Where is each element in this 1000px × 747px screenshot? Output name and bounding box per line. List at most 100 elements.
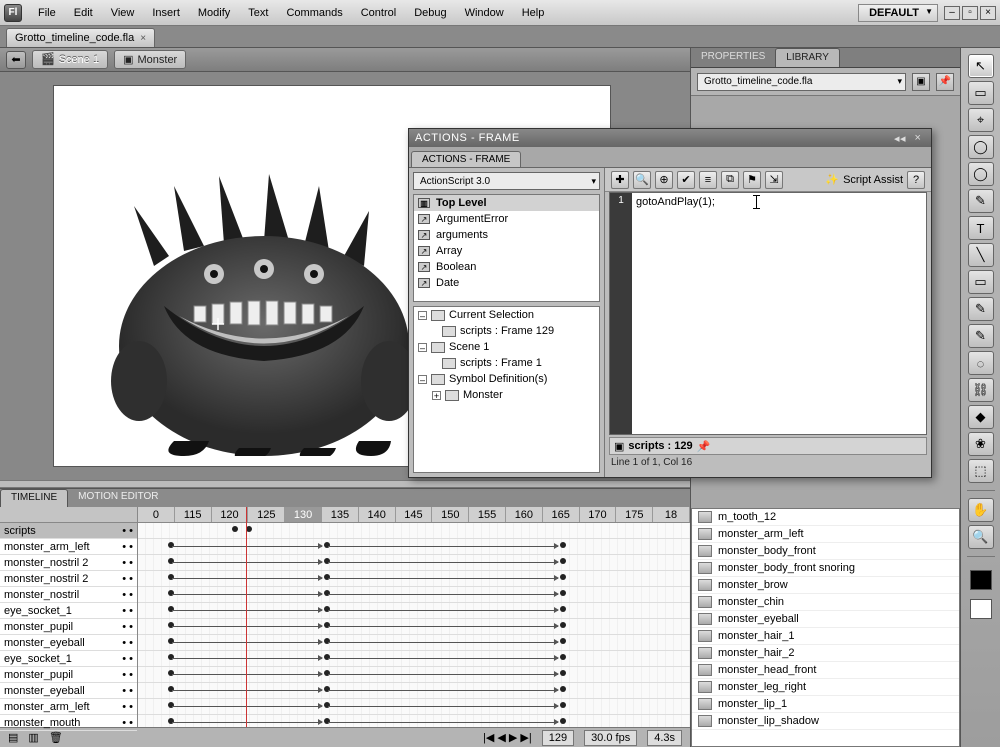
timeline-track[interactable]: [138, 619, 690, 635]
timeline-layer[interactable]: monster_mouth• •: [0, 715, 137, 731]
tab-library[interactable]: LIBRARY: [775, 48, 840, 67]
actions-class-list[interactable]: ▥Top Level ↗ArgumentError ↗arguments ↗Ar…: [413, 194, 600, 302]
tool-line[interactable]: ╲: [968, 243, 994, 267]
timeline-track[interactable]: [138, 651, 690, 667]
check-syntax-icon[interactable]: ✔: [677, 171, 695, 189]
ruler-tick[interactable]: 165: [543, 507, 580, 522]
menu-help[interactable]: Help: [514, 4, 553, 22]
library-item[interactable]: monster_chin: [692, 594, 959, 611]
timeline-track[interactable]: [138, 587, 690, 603]
tool-rectangle[interactable]: ▭: [968, 270, 994, 294]
window-restore-button[interactable]: ▫: [962, 6, 978, 20]
window-close-button[interactable]: ×: [980, 6, 996, 20]
auto-format-icon[interactable]: ≡: [699, 171, 717, 189]
library-item[interactable]: m_tooth_12: [692, 509, 959, 526]
timeline-frames-area[interactable]: 0115120125130135140145150155160165170175…: [138, 507, 690, 727]
timeline-layer[interactable]: scripts• •: [0, 523, 137, 539]
document-tab-close-icon[interactable]: ×: [140, 33, 146, 44]
library-item[interactable]: monster_hair_2: [692, 645, 959, 662]
actions-script-navigator[interactable]: –Current Selection scripts : Frame 129 –…: [413, 306, 600, 473]
tool-selection[interactable]: ↖: [968, 54, 994, 78]
menu-control[interactable]: Control: [353, 4, 404, 22]
scene-chip[interactable]: 🎬 Scene 1: [32, 50, 108, 69]
timeline-ruler[interactable]: 0115120125130135140145150155160165170175…: [138, 507, 690, 523]
library-item[interactable]: monster_leg_right: [692, 679, 959, 696]
library-item[interactable]: monster_lip_shadow: [692, 713, 959, 730]
actions-titlebar[interactable]: ACTIONS - FRAME ◂◂ ×: [409, 129, 931, 147]
timeline-layer[interactable]: eye_socket_1• •: [0, 651, 137, 667]
script-assist-button[interactable]: ✨ Script Assist: [825, 173, 903, 186]
ruler-tick[interactable]: 160: [506, 507, 543, 522]
tool-paint-bucket[interactable]: ◆: [968, 405, 994, 429]
menu-insert[interactable]: Insert: [144, 4, 188, 22]
timeline-playhead[interactable]: [246, 507, 247, 727]
timeline-track[interactable]: [138, 667, 690, 683]
stroke-color-swatch[interactable]: [970, 570, 992, 590]
timeline-track[interactable]: [138, 715, 690, 727]
pin-library-icon[interactable]: 📌: [936, 73, 954, 91]
menu-edit[interactable]: Edit: [66, 4, 101, 22]
expand-icon[interactable]: +: [432, 391, 441, 400]
tool-eraser[interactable]: ⬚: [968, 459, 994, 483]
timeline-layer[interactable]: monster_nostril 2• •: [0, 555, 137, 571]
layer-delete-icon[interactable]: 🗑: [49, 731, 63, 744]
add-script-item-icon[interactable]: ✚: [611, 171, 629, 189]
stage-horizontal-scrollbar[interactable]: [0, 480, 690, 488]
library-item[interactable]: monster_eyeball: [692, 611, 959, 628]
library-item[interactable]: monster_body_front: [692, 543, 959, 560]
library-item[interactable]: monster_brow: [692, 577, 959, 594]
tab-timeline[interactable]: TIMELINE: [0, 489, 68, 507]
expand-icon[interactable]: –: [418, 311, 427, 320]
find-icon[interactable]: 🔍: [633, 171, 651, 189]
actions-close-icon[interactable]: ×: [911, 132, 925, 144]
ruler-tick[interactable]: 145: [396, 507, 433, 522]
timeline-layer[interactable]: monster_nostril 2• •: [0, 571, 137, 587]
ruler-tick[interactable]: 18: [653, 507, 690, 522]
timeline-layer[interactable]: eye_socket_1• •: [0, 603, 137, 619]
timeline-track[interactable]: [138, 699, 690, 715]
ruler-tick[interactable]: 0: [138, 507, 175, 522]
tool-brush[interactable]: ✎: [968, 324, 994, 348]
insert-target-icon[interactable]: ⊕: [655, 171, 673, 189]
ruler-tick[interactable]: 115: [175, 507, 212, 522]
symbol-chip[interactable]: ▣ Monster: [114, 50, 186, 69]
debug-options-icon[interactable]: ⚑: [743, 171, 761, 189]
tool-oval[interactable]: ◯: [968, 162, 994, 186]
tool-deco[interactable]: ◌: [968, 351, 994, 375]
timeline-track[interactable]: [138, 555, 690, 571]
ruler-tick[interactable]: 175: [616, 507, 653, 522]
ruler-tick[interactable]: 155: [469, 507, 506, 522]
ruler-tick[interactable]: 150: [432, 507, 469, 522]
tool-eyedropper[interactable]: ❀: [968, 432, 994, 456]
tool-text[interactable]: T: [968, 216, 994, 240]
actions-collapse-icon[interactable]: ◂◂: [893, 132, 907, 144]
menu-view[interactable]: View: [103, 4, 143, 22]
timeline-track[interactable]: [138, 523, 690, 539]
tool-bone[interactable]: ⛓: [968, 378, 994, 402]
ruler-tick[interactable]: 135: [322, 507, 359, 522]
timeline-track[interactable]: [138, 539, 690, 555]
ruler-tick[interactable]: 140: [359, 507, 396, 522]
timeline-track[interactable]: [138, 571, 690, 587]
tool-free-transform[interactable]: ⌖: [968, 108, 994, 132]
library-file-dropdown[interactable]: Grotto_timeline_code.fla: [697, 73, 906, 91]
expand-icon[interactable]: –: [418, 343, 427, 352]
menu-modify[interactable]: Modify: [190, 4, 238, 22]
layer-add-icon[interactable]: ▤: [8, 731, 18, 744]
document-tab[interactable]: Grotto_timeline_code.fla ×: [6, 28, 155, 47]
tool-pen[interactable]: ✎: [968, 189, 994, 213]
timeline-track[interactable]: [138, 603, 690, 619]
layer-folder-icon[interactable]: ▥: [28, 731, 38, 744]
window-minimize-button[interactable]: –: [944, 6, 960, 20]
collapse-icon[interactable]: ⇲: [765, 171, 783, 189]
help-icon[interactable]: ?: [907, 171, 925, 189]
library-item-list[interactable]: m_tooth_12monster_arm_leftmonster_body_f…: [691, 508, 960, 747]
timeline-track[interactable]: [138, 635, 690, 651]
timeline-layer[interactable]: monster_arm_left• •: [0, 539, 137, 555]
timeline-track[interactable]: [138, 683, 690, 699]
fill-color-swatch[interactable]: [970, 599, 992, 619]
workspace-dropdown[interactable]: DEFAULT: [858, 4, 938, 22]
timeline-layer[interactable]: monster_pupil• •: [0, 619, 137, 635]
back-button[interactable]: ⬅: [6, 51, 26, 69]
menu-commands[interactable]: Commands: [278, 4, 350, 22]
